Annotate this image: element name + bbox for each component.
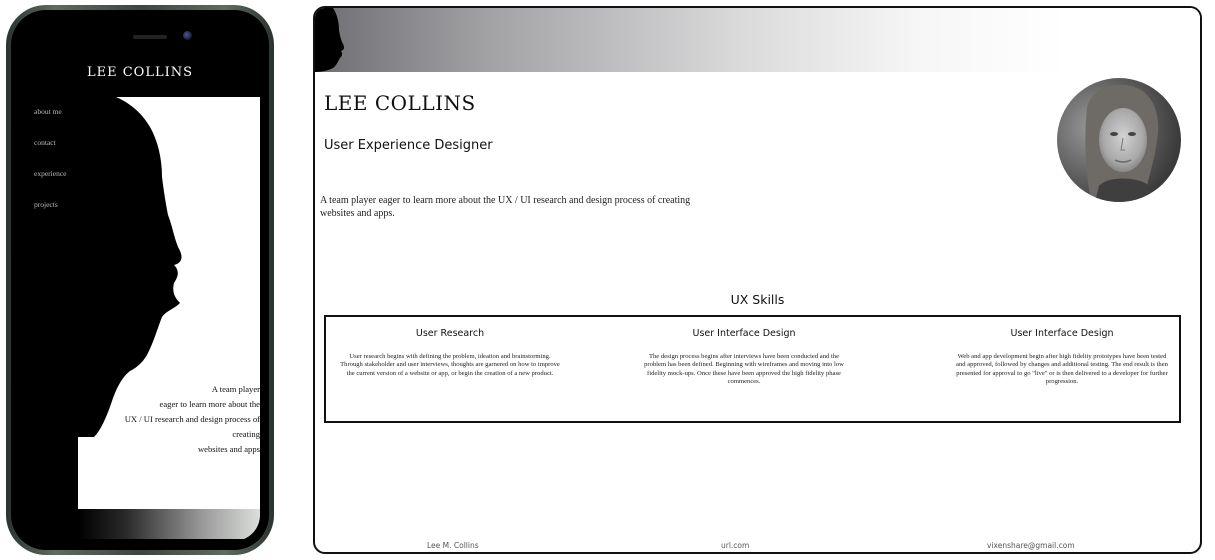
mobile-nav-about[interactable]: about me [34,107,66,138]
footer-email-link[interactable]: vixenshare@gmail.com [987,541,1075,550]
mobile-nav-projects[interactable]: projects [34,200,66,231]
mobile-tagline-line: creating [232,429,260,439]
phone-screen: LEE COLLINS about me contact experience … [20,19,260,541]
face-silhouette-icon [315,8,345,72]
mobile-tagline-line: eager to learn more about the [159,399,260,409]
page-footer: Lee M. Collins url.com vixenshare@gmail.… [315,541,1200,552]
page-title: LEE COLLINS [324,91,476,115]
skill-description: Web and app development begin after high… [956,353,1168,385]
profile-photo [1057,78,1181,202]
mobile-hero: A team player eager to learn more about … [78,97,260,509]
skills-panel: User Research User research begins with … [324,315,1181,423]
skill-title: User Interface Design [692,328,796,339]
mobile-brand-title: LEE COLLINS [86,65,194,80]
mobile-nav-contact[interactable]: contact [34,138,66,169]
mobile-tagline: A team player eager to learn more about … [80,382,260,457]
avatar [1057,78,1181,202]
desktop-header-banner [315,8,1200,72]
footer-url-link[interactable]: url.com [721,541,749,550]
mobile-tagline-line: A team player [211,384,260,394]
skill-title: User Research [415,328,485,339]
mobile-tagline-line: UX / UI research and design process of [124,414,260,424]
intro-text: A team player eager to learn more about … [320,195,691,219]
skill-description: User research begins with defining the p… [340,353,560,377]
skill-card-research: User Research User research begins with … [340,328,560,378]
phone-speaker [133,35,167,39]
job-title: User Experience Designer [324,138,493,153]
phone-mockup: LEE COLLINS about me contact experience … [6,5,274,555]
mobile-nav: about me contact experience projects [34,107,66,231]
skill-description: The design process begins after intervie… [644,353,844,385]
skills-heading: UX Skills [730,292,785,307]
phone-bezel: LEE COLLINS about me contact experience … [11,10,269,550]
mobile-gradient-footer [78,509,260,539]
mobile-nav-experience[interactable]: experience [34,169,66,200]
footer-name-link[interactable]: Lee M. Collins [427,541,479,550]
skill-title: User Interface Design [1010,328,1114,339]
phone-camera [183,31,192,40]
mobile-tagline-line: websites and apps [197,444,260,454]
skill-card-development: User Interface Design Web and app develo… [956,328,1168,386]
skill-card-ui-design: User Interface Design The design process… [644,328,844,386]
desktop-mockup: LEE COLLINS User Experience Designer A t… [313,6,1202,554]
